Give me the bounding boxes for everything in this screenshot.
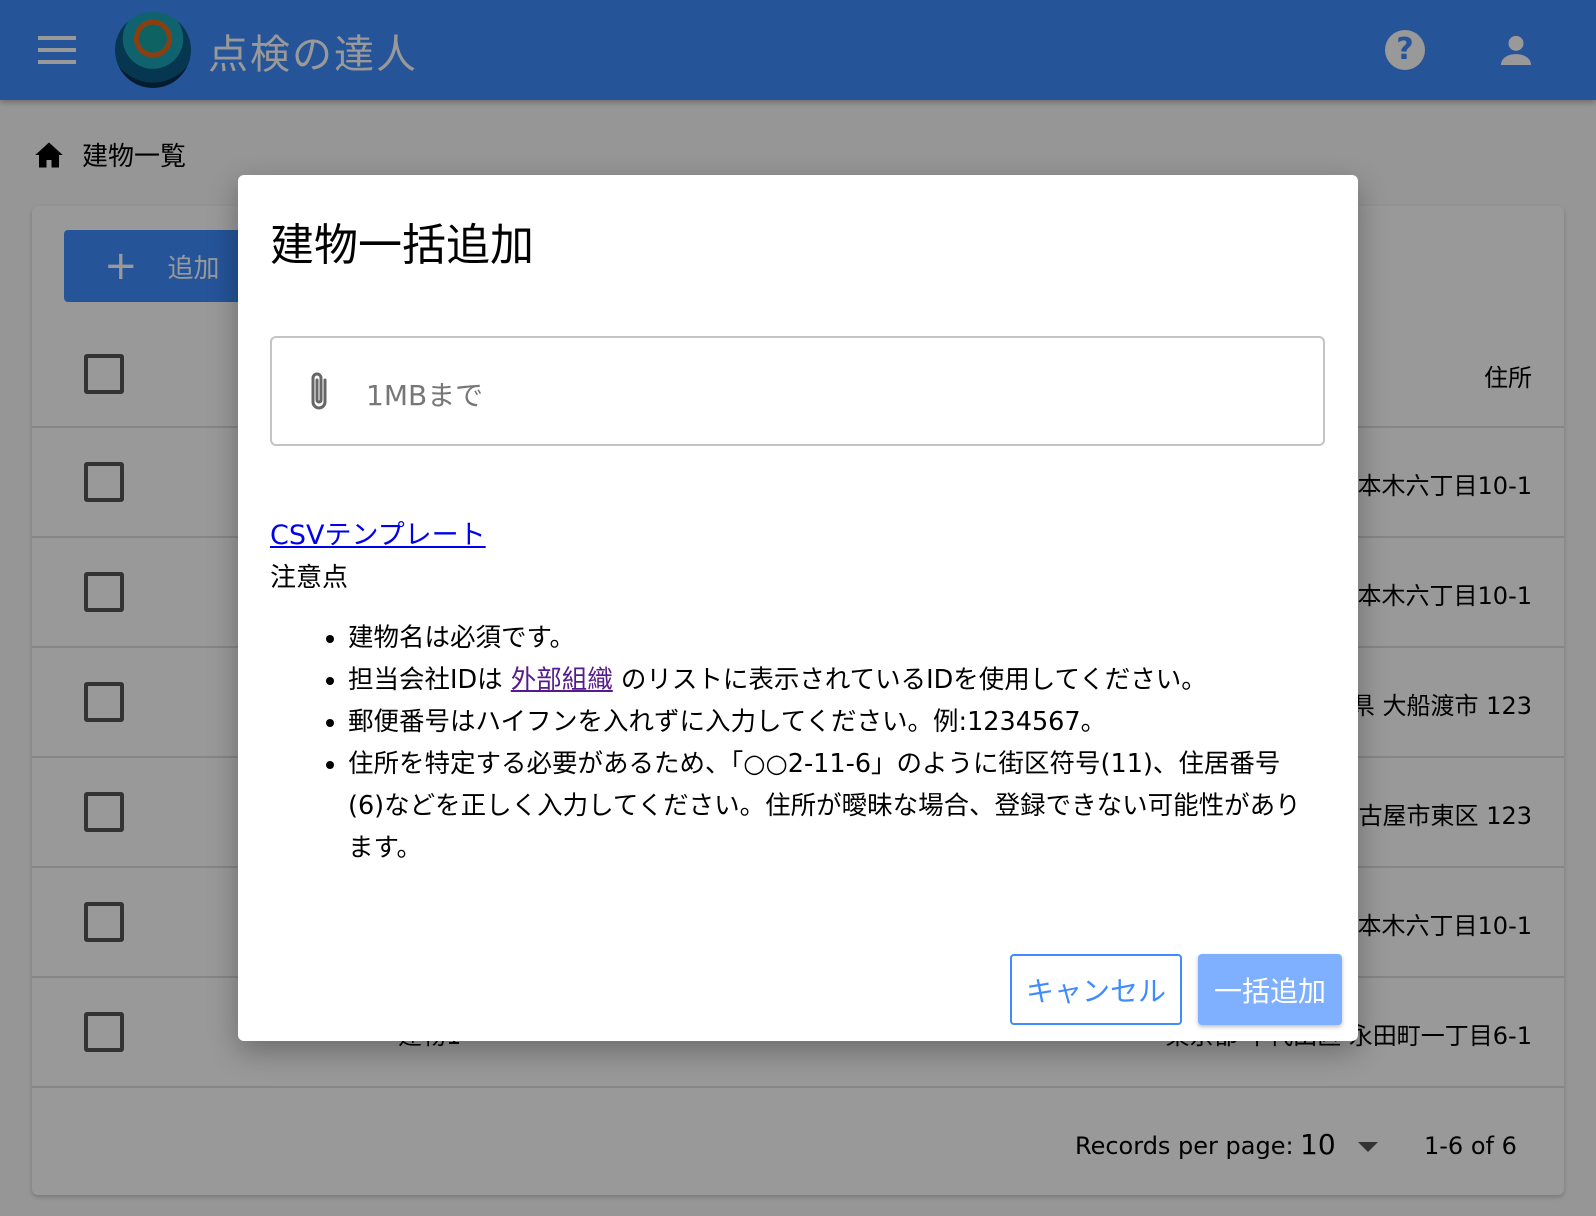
bulk-add-submit-button[interactable]: 一括追加 xyxy=(1198,954,1342,1025)
csv-template-link[interactable]: CSVテンプレート xyxy=(270,513,486,552)
note-item: 建物名は必須です。 xyxy=(348,617,1308,659)
note-text: 担当会社IDは xyxy=(348,665,511,695)
dialog-title: 建物一括追加 xyxy=(270,220,534,271)
note-text: のリストに表示されているIDを使用してください。 xyxy=(612,665,1207,695)
note-item: 郵便番号はハイフンを入れずに入力してください。例:1234567。 xyxy=(348,701,1308,743)
note-item: 担当会社IDは 外部組織 のリストに表示されているIDを使用してください。 xyxy=(348,659,1308,701)
notes-title: 注意点 xyxy=(270,563,349,593)
note-item: 住所を特定する必要があるため、「○○2-11-6」のように街区符号(11)、住居… xyxy=(348,743,1308,869)
file-input-placeholder: 1MBまで xyxy=(366,379,484,412)
csv-file-input[interactable]: 1MBまで xyxy=(270,336,1325,446)
paperclip-icon xyxy=(311,372,327,410)
external-org-link[interactable]: 外部組織 xyxy=(511,665,613,695)
bulk-add-dialog: 建物一括追加 1MBまで CSVテンプレート 注意点 建物名は必須です。 担当会… xyxy=(238,175,1358,1041)
notes-list: 建物名は必須です。 担当会社IDは 外部組織 のリストに表示されているIDを使用… xyxy=(318,617,1308,869)
cancel-button[interactable]: キャンセル xyxy=(1010,954,1182,1025)
